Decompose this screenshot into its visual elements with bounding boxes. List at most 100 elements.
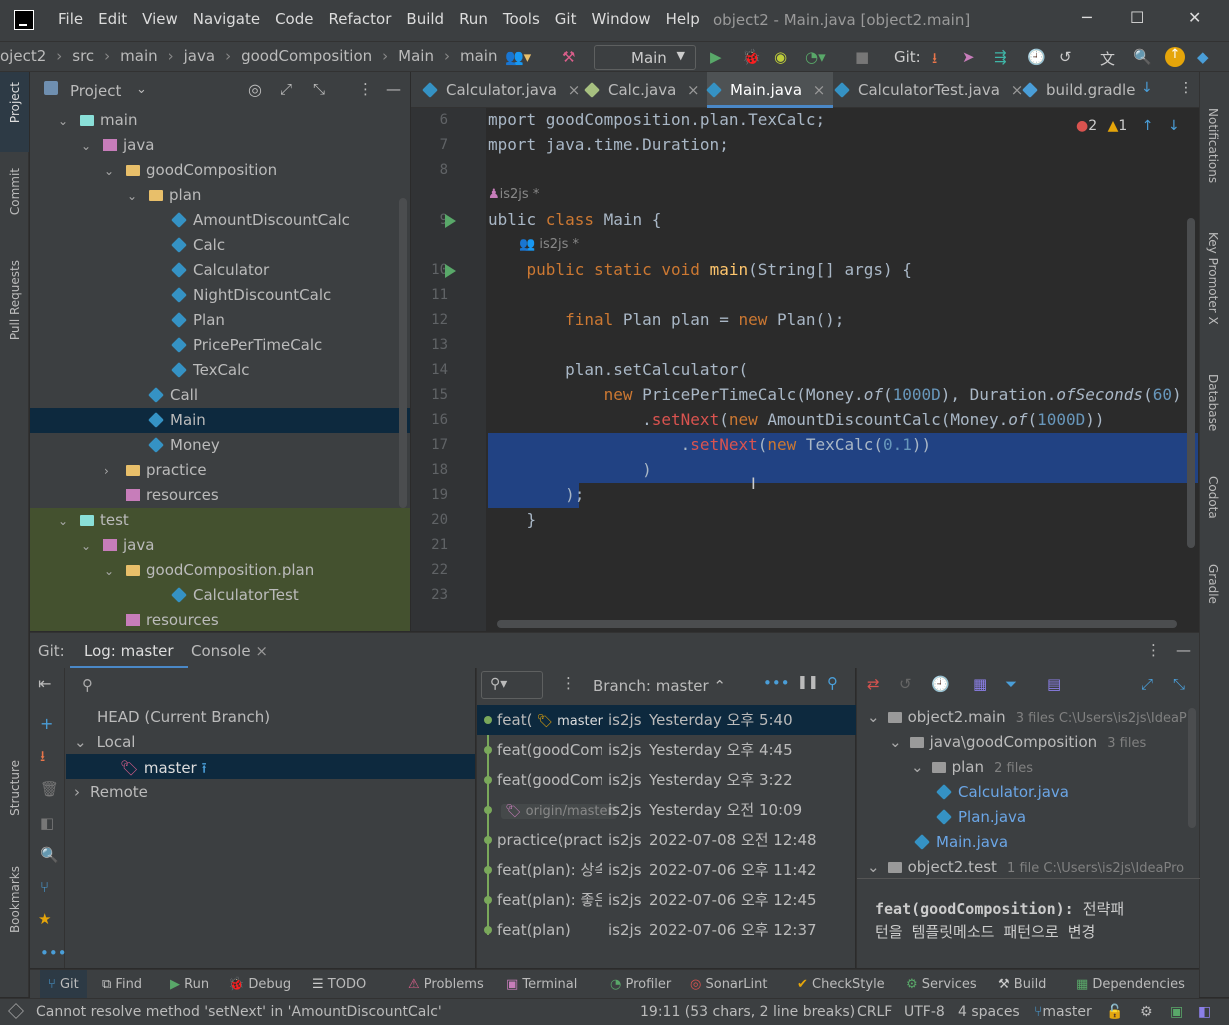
breadcrumb-item[interactable]: main (120, 47, 157, 65)
tree-item-call[interactable]: Call (30, 383, 410, 408)
collapse-branches-icon[interactable]: ⇤ (38, 674, 51, 693)
maximize-icon[interactable]: ☐ (1130, 8, 1144, 27)
commit-row[interactable]: feat(goodComp is2js Yesterday 오후 4:45 (477, 735, 856, 765)
tool-window-terminal[interactable]: ▣ Terminal (506, 977, 577, 992)
commit-row[interactable]: feat(plan) is2js 2022-07-06 오후 12:37 (477, 915, 856, 945)
tree-item-resources[interactable]: resources (30, 608, 410, 631)
menu-view[interactable]: View (142, 10, 178, 28)
changed-file-row[interactable]: Plan.java (933, 805, 1026, 830)
run-configuration-select[interactable]: Main ▼ (594, 45, 696, 70)
tab-calc-java[interactable]: Calc.java × (584, 72, 708, 108)
tab-dropdown-icon[interactable]: ↓ (1141, 80, 1153, 96)
chevron-down-icon[interactable]: ⌄ (867, 708, 880, 726)
tool-window-run[interactable]: ▶ Run (170, 977, 209, 992)
chevron-down-icon[interactable]: ⌄ (867, 858, 880, 876)
filter-icon[interactable]: ⏷ (1005, 675, 1017, 693)
run-icon[interactable]: ▶ (710, 48, 722, 66)
branch-head[interactable]: HEAD (Current Branch) (97, 708, 270, 726)
compare-icon[interactable]: ◧ (40, 814, 54, 832)
file-encoding[interactable]: UTF-8 (904, 1004, 945, 1020)
commit-row[interactable]: feat(goodComp is2js Yesterday 오후 3:22 (477, 765, 856, 795)
commit-icon[interactable]: ➤ (962, 48, 975, 66)
user-icon[interactable]: 👥▾ (505, 48, 531, 66)
update-icon[interactable]: ⭳ (40, 746, 45, 771)
tool-window-checkstyle[interactable]: ✔ CheckStyle (797, 977, 885, 992)
branches-icon[interactable]: ⑂ (40, 878, 49, 896)
bookmarks-tool-button[interactable]: Bookmarks (8, 866, 22, 933)
stop-icon[interactable]: ■ (855, 48, 869, 66)
search-icon[interactable]: 🔍 (40, 846, 59, 864)
tree-item-calculatortest[interactable]: CalculatorTest (30, 583, 410, 608)
pull-requests-tool-button[interactable]: Pull Requests (8, 260, 22, 340)
git-branch-widget[interactable]: ⑂master (1034, 1004, 1092, 1020)
more-filters-icon[interactable]: ••• (763, 674, 790, 692)
commit-row[interactable]: feat(plan): 좋은 is2js 2022-07-06 오후 12:45 (477, 885, 856, 915)
search-icon[interactable]: ⚲ (82, 676, 93, 694)
new-branch-icon[interactable]: + (40, 714, 53, 733)
branch-filter[interactable]: Branch: master ⌃ (593, 677, 726, 695)
search-input[interactable]: ⚲▾ (481, 671, 543, 699)
tree-item-goodcomposition.plan[interactable]: ⌄ goodComposition.plan (30, 558, 410, 583)
revert-icon[interactable]: ↺ (899, 675, 912, 693)
close-icon[interactable]: × (563, 81, 581, 99)
menu-git[interactable]: Git (555, 10, 577, 28)
chevron-icon[interactable]: ⌄ (81, 134, 95, 159)
tool-window-todo[interactable]: ☰ TODO (312, 977, 366, 992)
minimize-icon[interactable]: ─ (1082, 8, 1092, 27)
options-icon[interactable]: ⋮ (358, 80, 373, 98)
tool-window-problems[interactable]: ⚠ Problems (408, 977, 484, 992)
commit-row[interactable]: 🏷 origin/master is2js Yesterday 오전 10:09 (477, 795, 856, 825)
menu-refactor[interactable]: Refactor (328, 10, 391, 28)
breadcrumb-item[interactable]: oject2 (0, 47, 46, 65)
chevron-down-icon[interactable]: ⌄ (136, 82, 147, 97)
close-icon[interactable]: × (808, 81, 826, 99)
collapse-all-icon[interactable]: ⤡ (1173, 675, 1185, 693)
branch-group-local[interactable]: ⌄ Local (74, 733, 135, 751)
tab-log[interactable]: Log: master (70, 633, 188, 669)
commit-row[interactable]: feat(plan): 상속 is2js 2022-07-06 오후 11:42 (477, 855, 856, 885)
chevron-icon[interactable]: ⌄ (58, 109, 72, 134)
debug-icon[interactable]: 🐞 (742, 48, 761, 66)
tab-console[interactable]: Console × (191, 642, 268, 660)
chevron-icon[interactable]: ⌄ (127, 184, 141, 209)
changed-file-row[interactable]: ⌄ object2.test 1 file C:\Users\is2js\Idea… (867, 855, 1184, 880)
next-highlight-icon[interactable]: ↓ (1168, 118, 1180, 134)
tool-window-git[interactable]: ⑂ Git (40, 970, 87, 1000)
hide-panel-icon[interactable]: — (386, 80, 401, 98)
tree-item-practice[interactable]: › practice (30, 458, 410, 483)
commit-row[interactable]: practice(practice is2js 2022-07-08 오전 12:4… (477, 825, 856, 855)
tab-calculator-java[interactable]: Calculator.java × (422, 72, 588, 108)
select-opened-file-icon[interactable]: ◎ (248, 80, 262, 99)
tree-item-plan[interactable]: Plan (30, 308, 410, 333)
collapse-all-icon[interactable]: ⤡ (313, 80, 325, 98)
changed-file-row[interactable]: ⌄ java\goodComposition 3 files (889, 730, 1146, 755)
commit-tool-button[interactable]: Commit (8, 168, 22, 215)
project-panel-title[interactable]: Project (70, 82, 121, 100)
jetbrains-toolbox-icon[interactable]: ◆ (1197, 48, 1209, 66)
history-icon[interactable]: 🕘 (931, 675, 950, 693)
group-by-icon[interactable]: ▦ (973, 675, 987, 693)
gradle-tool-button[interactable]: Gradle (1206, 564, 1220, 604)
close-icon[interactable]: × (1006, 81, 1024, 99)
tree-item-nightdiscountcalc[interactable]: NightDiscountCalc (30, 283, 410, 308)
menu-build[interactable]: Build (406, 10, 444, 28)
menu-file[interactable]: File (58, 10, 83, 28)
status-icon[interactable] (8, 1003, 24, 1019)
menu-run[interactable]: Run (459, 10, 488, 28)
expand-all-icon[interactable]: ⤢ (280, 80, 292, 98)
notifications-tool-button[interactable]: Notifications (1206, 108, 1220, 183)
tree-item-java[interactable]: ⌄ java (30, 533, 410, 558)
delete-icon[interactable]: 🗑 (40, 780, 59, 798)
hide-panel-icon[interactable]: — (1176, 641, 1191, 659)
tool-window-build[interactable]: ⚒ Build (998, 977, 1046, 992)
run-gutter-icon[interactable] (445, 214, 456, 228)
close-icon[interactable]: × (255, 642, 268, 660)
tab-main-java[interactable]: Main.java × (706, 72, 834, 108)
tree-item-main[interactable]: Main (30, 408, 410, 433)
changed-file-row[interactable]: Calculator.java (933, 780, 1069, 805)
close-icon[interactable]: ✕ (1188, 8, 1201, 27)
options-icon[interactable]: ⋮ (1146, 641, 1161, 659)
search-icon[interactable]: ⚲ (827, 674, 838, 692)
options-icon[interactable]: ⋮ (1179, 80, 1193, 96)
pause-icon[interactable]: ❚❚ (797, 675, 819, 690)
